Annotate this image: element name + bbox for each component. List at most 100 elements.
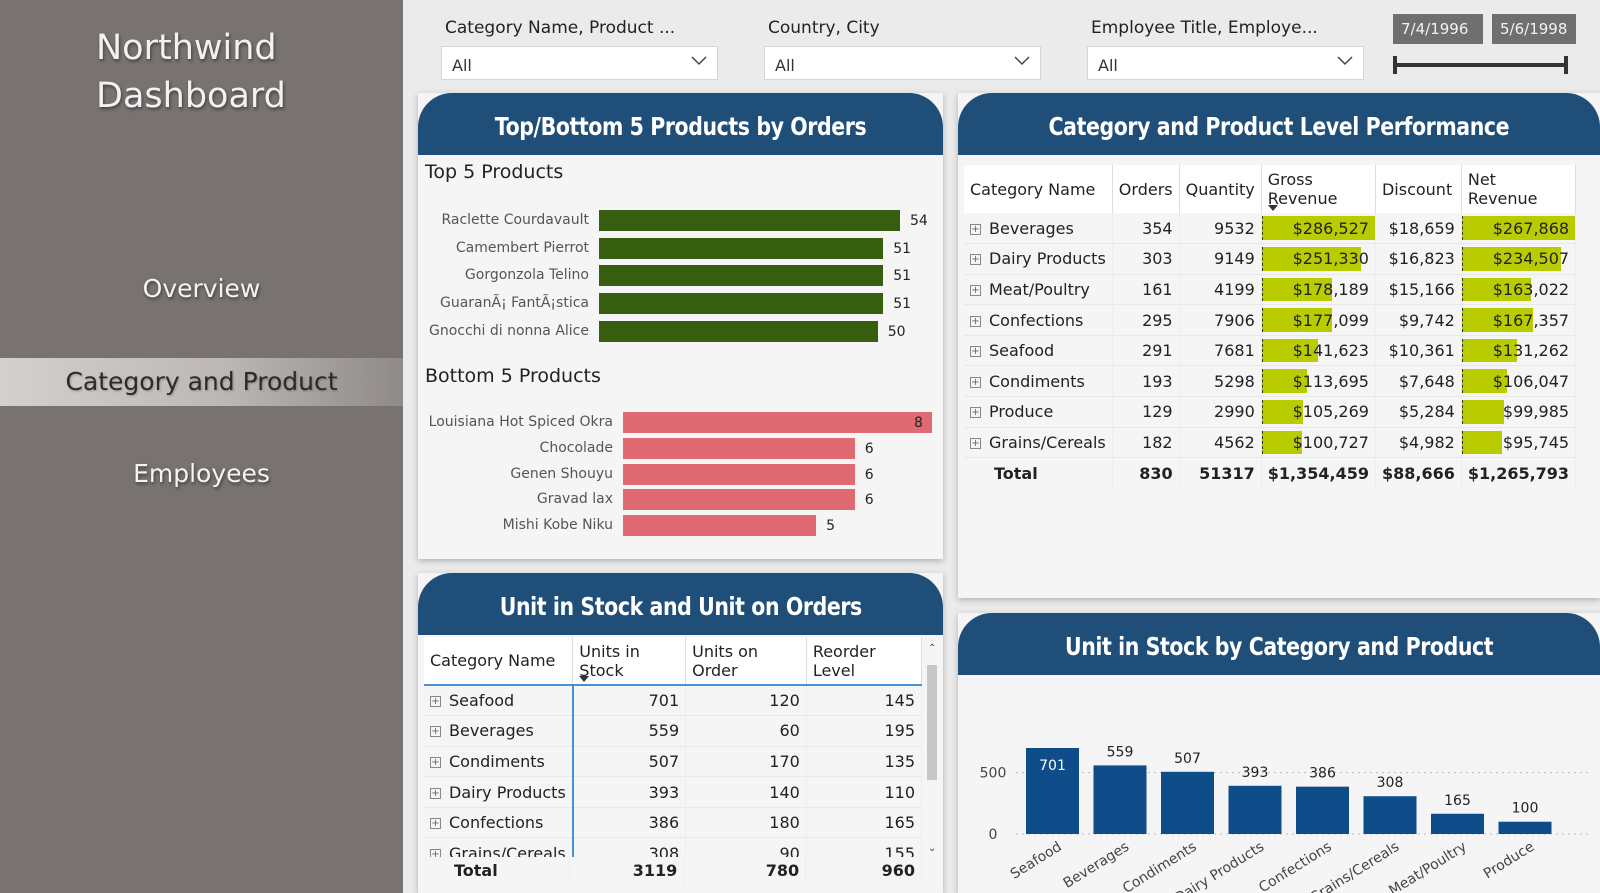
bar[interactable] (1296, 786, 1349, 834)
date-end-input[interactable]: 5/6/1998 (1492, 14, 1576, 44)
scroll-up-icon[interactable]: ⌃ (928, 643, 936, 654)
total-discount: $88,666 (1375, 457, 1462, 488)
date-range-start-handle[interactable] (1393, 56, 1397, 74)
employee-slicer-dropdown[interactable]: All (1087, 46, 1364, 80)
expand-icon[interactable]: + (970, 223, 981, 235)
expand-icon[interactable]: + (430, 696, 441, 708)
vertical-scrollbar[interactable]: ⌃ ⌄ (924, 637, 940, 867)
date-start-input[interactable]: 7/4/1996 (1393, 14, 1483, 44)
table-row[interactable]: + Grains/Cereals 182 4562 $100,727 $4,982 $95,… (964, 427, 1577, 459)
bar[interactable] (599, 293, 884, 315)
discount-cell: $18,659 (1375, 213, 1462, 245)
col-orders[interactable]: Orders (1112, 165, 1180, 213)
y-tick-label: 0 (989, 827, 998, 843)
quantity-cell: 9532 (1179, 213, 1262, 245)
bar[interactable] (623, 412, 932, 433)
gross-revenue-cell: $178,189 (1261, 274, 1376, 306)
col-units-in-stock[interactable]: Units in Stock (572, 637, 687, 686)
expand-icon[interactable]: + (970, 254, 981, 266)
expand-icon[interactable]: + (970, 437, 981, 449)
nav-employees[interactable]: Employees (0, 450, 403, 498)
col-category-name[interactable]: Category Name (964, 165, 1113, 213)
country-slicer-dropdown[interactable]: All (764, 46, 1041, 80)
expand-icon[interactable]: + (430, 726, 441, 738)
table-row[interactable]: + Confections 295 7906 $177,099 $9,742 $167,35… (964, 304, 1577, 336)
table-row[interactable]: + Produce 129 2990 $105,269 $5,284 $99,985 (964, 396, 1577, 428)
bar-value-label: 701 (1039, 758, 1066, 774)
expand-icon[interactable]: + (430, 787, 441, 799)
table-row[interactable]: + Confections 386 180 165 (424, 807, 922, 839)
expand-icon[interactable]: + (970, 284, 981, 296)
units-in-stock-cell: 701 (572, 685, 687, 717)
country-slicer-label: Country, City (768, 18, 880, 38)
table-row[interactable]: + Seafood 291 7681 $141,623 $10,361 $131,262 (964, 335, 1577, 367)
nav-overview[interactable]: Overview (0, 265, 403, 313)
bar-value-label: 6 (864, 466, 874, 483)
expand-icon[interactable]: + (430, 818, 441, 830)
gross-revenue-cell: $286,527 (1261, 213, 1376, 245)
expand-icon[interactable]: + (970, 407, 981, 419)
category-name: Seafood (449, 691, 515, 711)
cell-value: $267,868 (1492, 218, 1570, 238)
table-row[interactable]: + Beverages 559 60 195 (424, 715, 922, 747)
bar[interactable] (623, 489, 855, 511)
bar[interactable] (623, 515, 817, 537)
col-units-on-order[interactable]: Units on Order (685, 637, 807, 686)
cell-value: $286,527 (1292, 218, 1369, 238)
quantity-cell: 4562 (1179, 427, 1262, 459)
x-tick-label: Produce (1481, 839, 1537, 882)
col-discount[interactable]: Discount (1375, 165, 1462, 213)
table-row[interactable]: + Meat/Poultry 161 4199 $178,189 $15,166 $163,… (964, 274, 1577, 306)
table-row[interactable]: + Beverages 354 9532 $286,527 $18,659 $267,868 (964, 213, 1577, 245)
cell-value: $99,985 (1502, 402, 1570, 422)
category-slicer-value: All (452, 56, 472, 75)
category-slicer-dropdown[interactable]: All (441, 46, 718, 80)
table-row[interactable]: + Dairy Products 303 9149 $251,330 $16,823 $23… (964, 243, 1577, 275)
col-quantity[interactable]: Quantity (1179, 165, 1262, 213)
col-units-in-stock-label: Units in Stock (579, 641, 640, 680)
col-category-name[interactable]: Category Name (424, 637, 574, 686)
units-on-order-cell: 140 (685, 776, 807, 808)
table-row[interactable]: + Seafood 701 120 145 (424, 685, 922, 717)
expand-icon[interactable]: + (970, 346, 981, 358)
expand-icon[interactable]: + (970, 315, 981, 327)
bar[interactable] (599, 265, 884, 287)
employee-slicer-value: All (1098, 56, 1118, 75)
col-net-revenue[interactable]: Net Revenue (1461, 165, 1577, 213)
bar[interactable] (1363, 796, 1417, 834)
orders-cell: 129 (1112, 396, 1180, 428)
date-range-slider[interactable] (1393, 63, 1568, 67)
date-range-end-handle[interactable] (1564, 56, 1568, 74)
col-reorder-level[interactable]: Reorder Level (806, 637, 922, 686)
units-in-stock-cell: 386 (572, 807, 687, 839)
expand-icon[interactable]: + (970, 376, 981, 388)
performance-header-text: Category and Product Level Performance (1048, 112, 1510, 141)
bar-category-label: Camembert Pierrot (455, 239, 589, 256)
bar-category-label: Chocolade (539, 439, 613, 456)
bar[interactable] (599, 210, 900, 231)
table-row[interactable]: + Condiments 193 5298 $113,695 $7,648 $106,047 (964, 365, 1577, 398)
bar[interactable] (623, 463, 855, 485)
bar[interactable] (623, 437, 855, 459)
table-row[interactable]: + Dairy Products 393 140 110 (424, 776, 922, 808)
scroll-down-icon[interactable]: ⌄ (928, 843, 936, 854)
scrollbar-thumb[interactable] (927, 665, 937, 780)
bar[interactable] (599, 320, 878, 342)
col-gross-revenue[interactable]: Gross Revenue (1261, 165, 1376, 213)
cell-value: $178,189 (1292, 279, 1369, 299)
bar[interactable] (1498, 821, 1552, 834)
nav-category-and-product[interactable]: Category and Product (0, 358, 403, 406)
bar[interactable] (1228, 785, 1282, 834)
bar[interactable] (1431, 813, 1484, 834)
bar[interactable] (1161, 771, 1214, 834)
net-revenue-cell: $131,262 (1461, 335, 1577, 367)
panel-header: Top/Bottom 5 Products by Orders (418, 93, 943, 155)
bar[interactable] (599, 237, 884, 259)
bar[interactable] (1093, 765, 1147, 834)
employee-slicer-label: Employee Title, Employe... (1091, 18, 1318, 38)
stock-table-viewport[interactable]: Category Name Units in Stock Units on Or… (424, 637, 922, 857)
expand-icon[interactable]: + (430, 756, 441, 768)
bar-value-label: 165 (1444, 793, 1471, 809)
table-row[interactable]: + Condiments 507 170 135 (424, 746, 922, 778)
orders-cell: 161 (1112, 274, 1180, 306)
